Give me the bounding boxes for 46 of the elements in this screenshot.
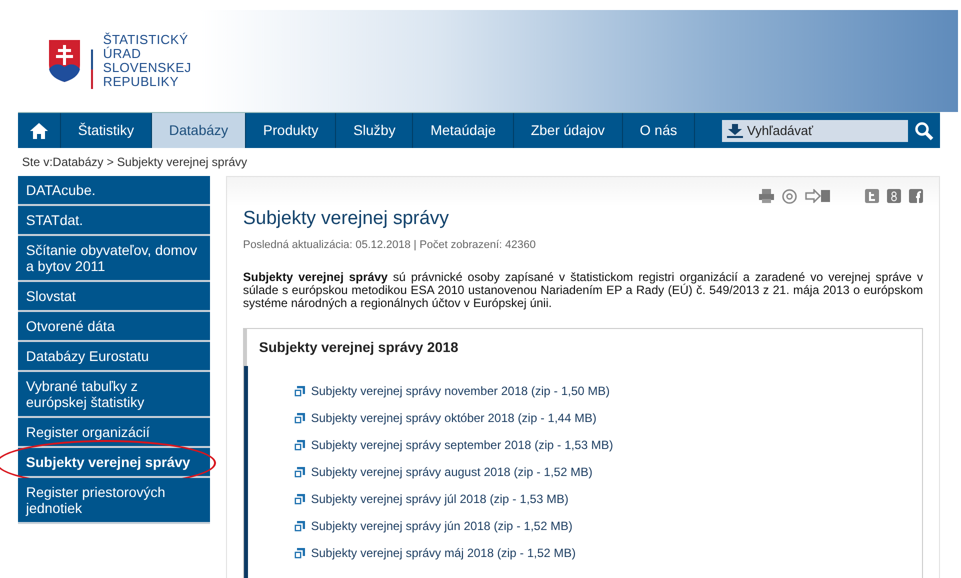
- nav-tab[interactable]: Produkty: [246, 113, 336, 148]
- section-heading: Subjekty verejnej správy 2018: [244, 329, 922, 366]
- external-window-icon: [294, 548, 305, 559]
- file-link[interactable]: Subjekty verejnej správy august 2018 (zip - 1,52 MB): [311, 463, 592, 482]
- external-window-icon: [294, 466, 305, 478]
- sidebar-item[interactable]: Subjekty verejnej správy: [18, 448, 210, 478]
- nav-tab[interactable]: O nás: [622, 113, 696, 148]
- nav-tab[interactable]: Metaúdaje: [413, 113, 514, 148]
- search-icon[interactable]: [914, 120, 934, 140]
- nav-tab[interactable]: Zber údajov: [514, 113, 623, 148]
- intro-paragraph: Subjekty verejnej správy sú právnické osoby zapísané v štatistickom registri organizácií a zaradené vo verejnej správe v súlade s európskou metodikou ESA 2010 ustanovenou Nariadením EP a Rady (EÚ) č. 549/2013 z 21. mája 2013 o európskom systéme národných a regionálnych účtov v Európskej únii.: [243, 271, 923, 310]
- google-plus-icon[interactable]: [887, 189, 901, 203]
- email-icon[interactable]: [782, 189, 797, 204]
- sidebar-item[interactable]: Vybrané tabuľky z európskej štatistiky: [18, 372, 210, 418]
- sidebar-item[interactable]: Otvorené dáta: [18, 312, 210, 342]
- file-link[interactable]: Subjekty verejnej správy október 2018 (zip - 1,44 MB): [311, 409, 596, 428]
- external-window-icon: [294, 440, 305, 451]
- external-window-icon: [294, 412, 305, 424]
- file-link[interactable]: Subjekty verejnej správy jún 2018 (zip - 1,52 MB): [311, 517, 572, 536]
- sidebar-item[interactable]: Sčítanie obyvateľov, domov a bytov 2011: [18, 236, 210, 282]
- sidebar-item[interactable]: Register priestorových jednotiek: [18, 478, 210, 524]
- coat-of-arms-icon: [48, 39, 81, 83]
- print-icon[interactable]: [759, 189, 774, 203]
- nav-tab[interactable]: Služby: [336, 113, 414, 148]
- sidebar-item[interactable]: Register organizácií: [18, 418, 210, 448]
- update-info: Posledná aktualizácia: 05.12.2018 | Počet zobrazení: 42360: [243, 238, 537, 253]
- external-window-icon: [294, 520, 305, 532]
- file-link[interactable]: Subjekty verejnej správy júl 2018 (zip - 1,53 MB): [311, 490, 568, 508]
- file-link[interactable]: Subjekty verejnej správy máj 2018 (zip - 1,52 MB): [311, 544, 576, 562]
- logo-text: ŠTATISTICKÝ ÚRAD SLOVENSKEJ REPUBLIKY: [91, 33, 192, 89]
- external-window-icon: [294, 494, 305, 505]
- external-window-icon: [294, 386, 305, 397]
- sidebar-item[interactable]: DATAcube.: [18, 176, 210, 206]
- search-field[interactable]: Vyhľadávať: [722, 120, 908, 142]
- twitter-icon[interactable]: [865, 189, 879, 203]
- nav-tab[interactable]: Databázy: [152, 113, 246, 148]
- share-arrow-icon[interactable]: [805, 189, 831, 203]
- home-icon: [29, 122, 49, 140]
- breadcrumb: Ste v:Databázy > Subjekty verejnej správy: [21, 154, 248, 171]
- sidebar-item[interactable]: STATdat.: [18, 206, 210, 236]
- facebook-icon[interactable]: [909, 189, 923, 203]
- file-link[interactable]: Subjekty verejnej správy september 2018 (zip - 1,53 MB): [311, 436, 614, 454]
- page-title: Subjekty verejnej správy: [243, 208, 450, 231]
- file-link[interactable]: Subjekty verejnej správy november 2018 (zip - 1,50 MB): [311, 382, 610, 400]
- sidebar-item[interactable]: Slovstat: [18, 282, 210, 312]
- sidebar-item[interactable]: Databázy Eurostatu: [18, 342, 210, 372]
